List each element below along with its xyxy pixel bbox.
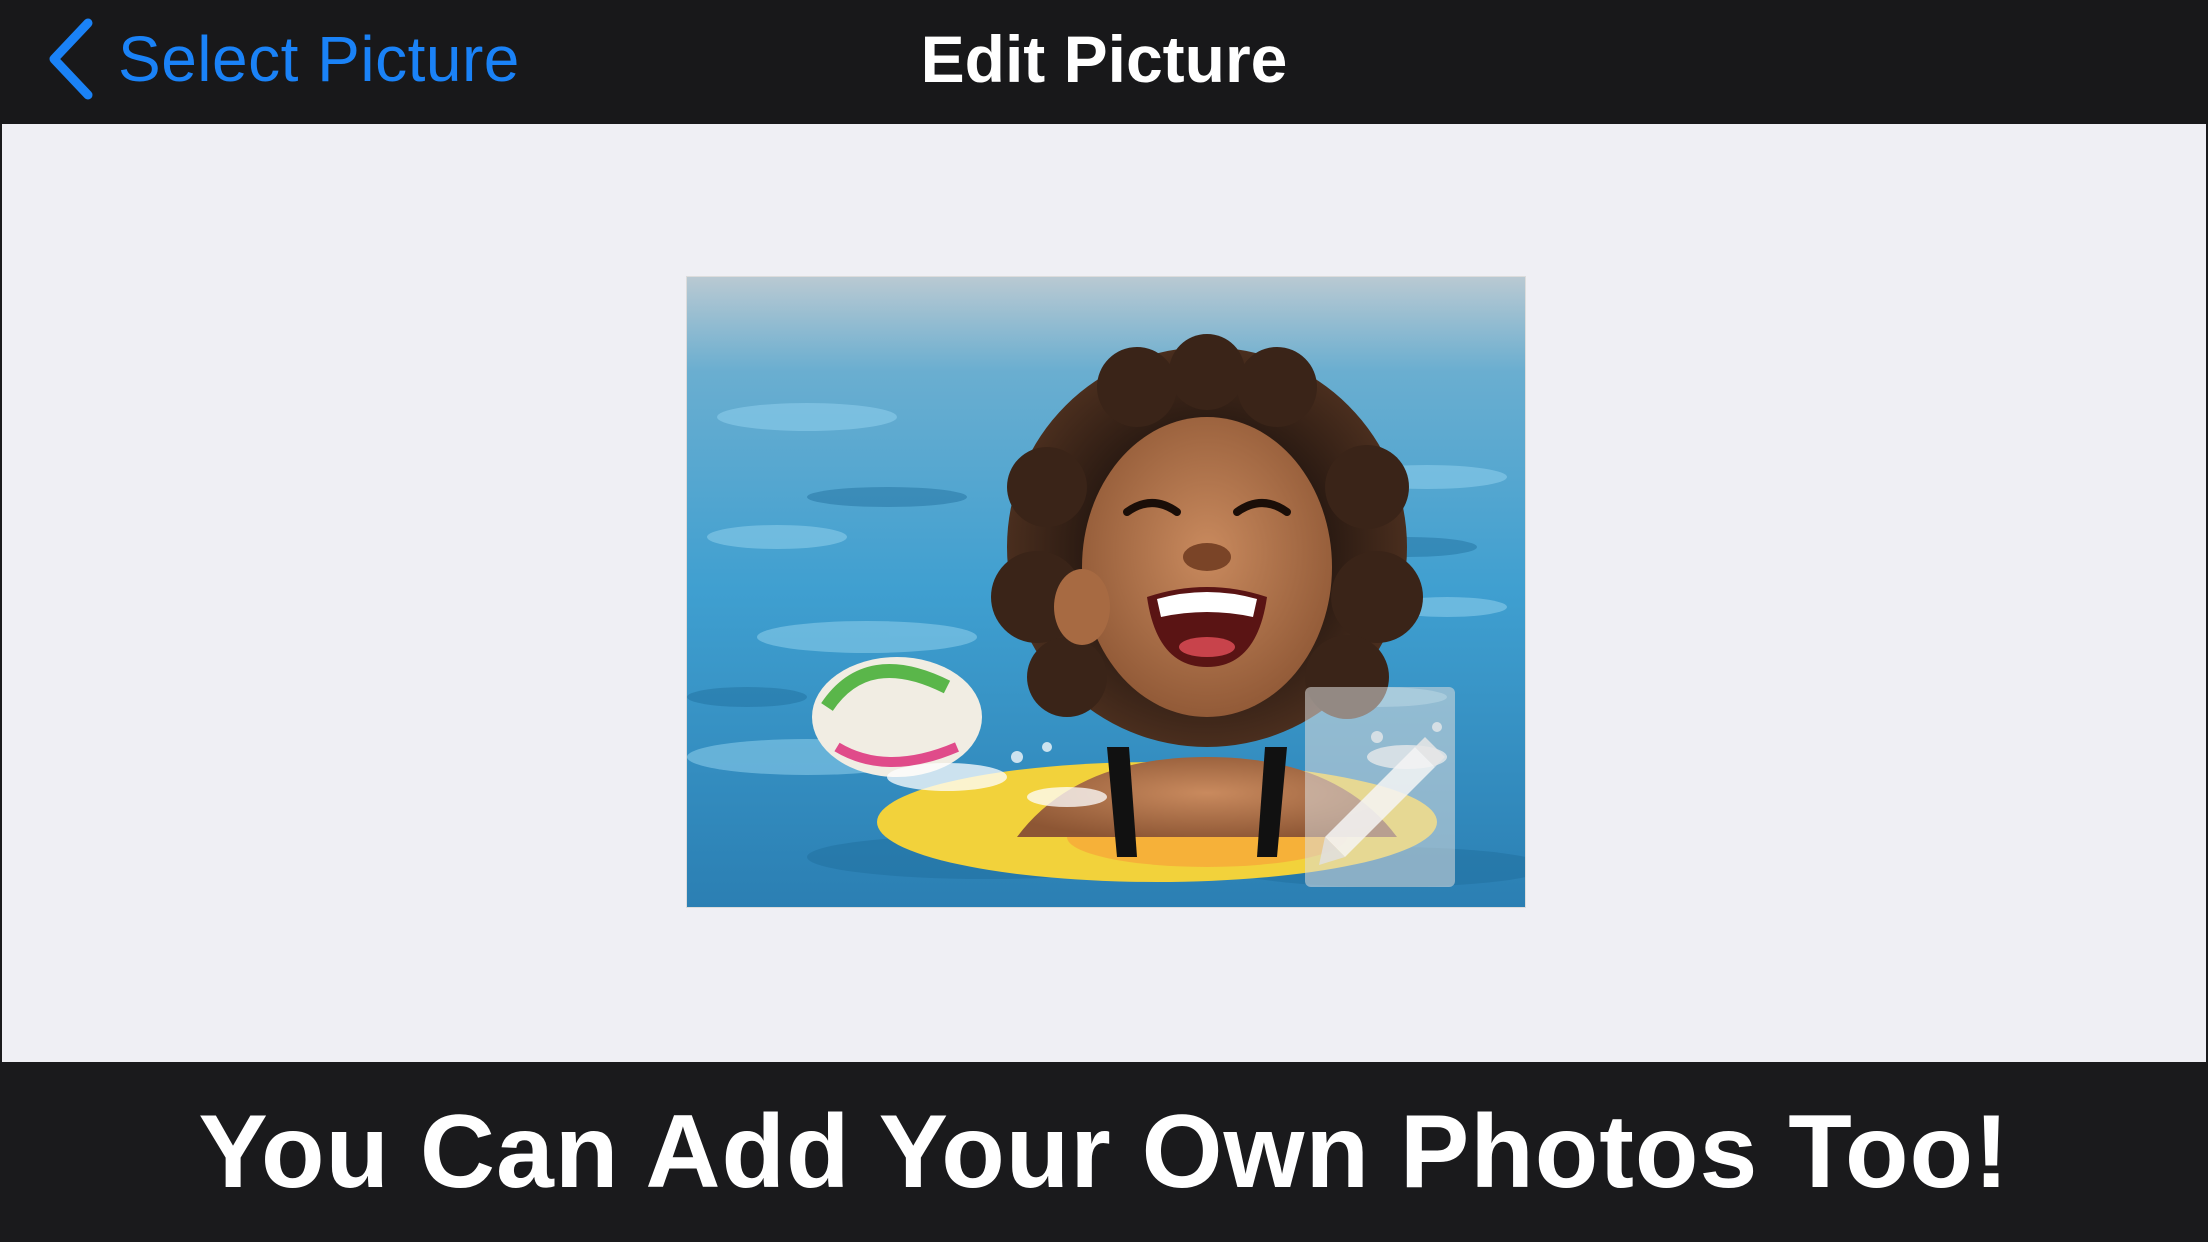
edit-pencil-icon <box>1319 737 1445 865</box>
navigation-bar: Select Picture Edit Picture <box>0 0 2208 124</box>
back-button-label: Select Picture <box>118 23 520 95</box>
chevron-left-icon <box>49 18 93 100</box>
edit-photo-button[interactable] <box>1305 687 1455 887</box>
selected-photo[interactable] <box>686 276 1526 908</box>
promo-caption: You Can Add Your Own Photos Too! <box>198 1094 2010 1210</box>
app-frame: Select Picture Edit Picture You Can Add … <box>0 0 2208 1242</box>
back-button[interactable]: Select Picture <box>44 0 520 118</box>
content-area <box>2 124 2206 1062</box>
